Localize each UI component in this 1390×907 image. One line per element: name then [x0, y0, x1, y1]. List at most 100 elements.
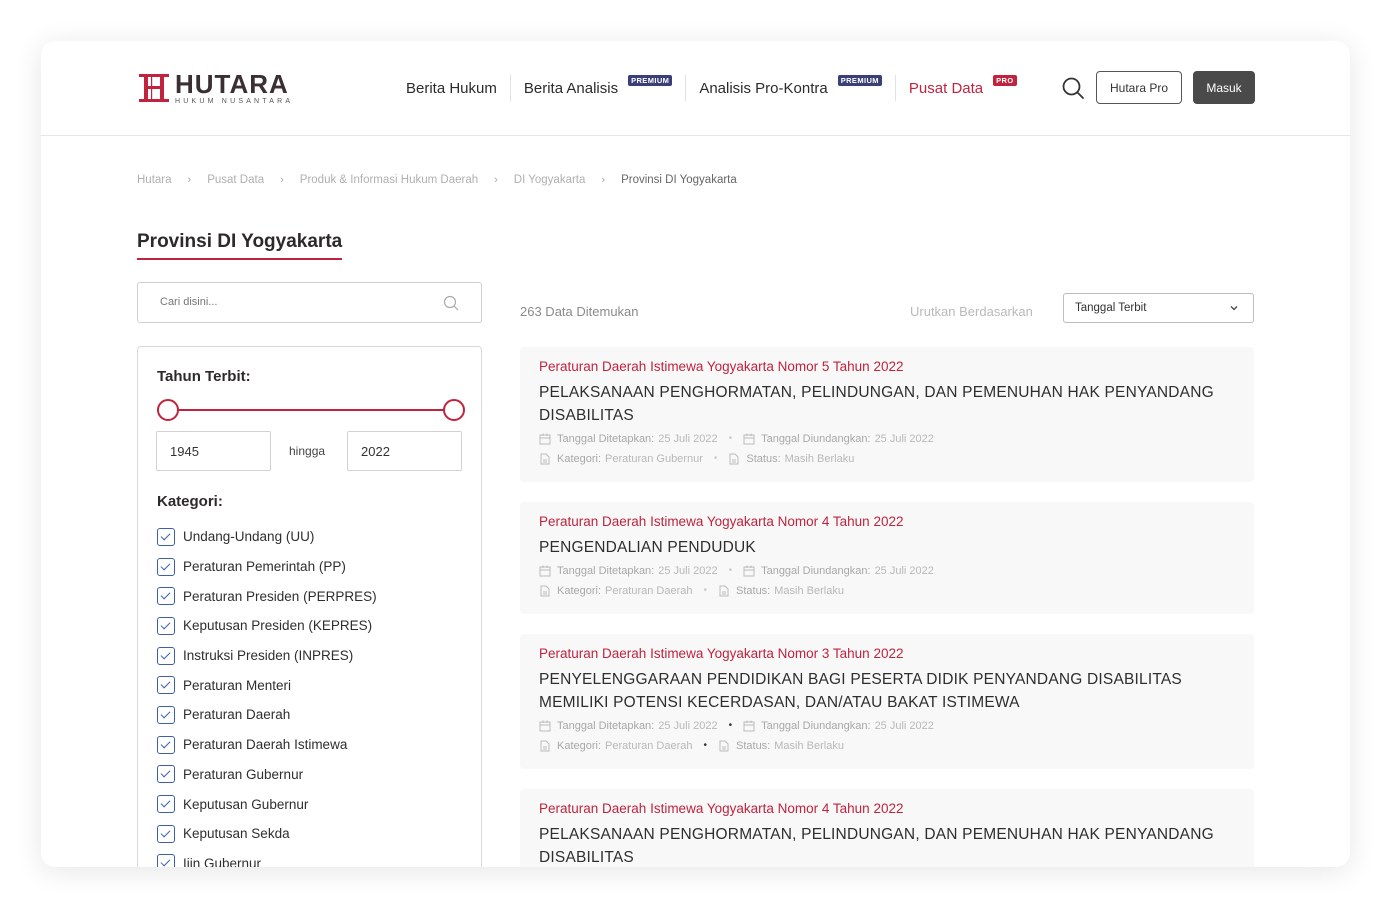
category-option[interactable]: Peraturan Gubernur	[157, 760, 377, 790]
meta-value: 25 Juli 2022	[874, 432, 934, 445]
category-list: Undang-Undang (UU) Peraturan Pemerintah …	[157, 522, 377, 867]
checkbox-checked-icon[interactable]	[157, 824, 175, 843]
calendar-icon	[743, 565, 755, 576]
meta-value: Peraturan Daerah	[605, 584, 693, 597]
meta-label: Tanggal Ditetapkan:	[557, 719, 655, 732]
category-label: Peraturan Daerah	[183, 707, 291, 723]
slider-handle-min[interactable]	[157, 399, 179, 421]
checkbox-checked-icon[interactable]	[157, 646, 175, 665]
calendar-icon	[743, 720, 755, 731]
result-card[interactable]: Peraturan Daerah Istimewa Yogyakarta Nom…	[520, 347, 1254, 482]
nav-pusat-data[interactable]: Pusat Data PRO	[894, 74, 1030, 101]
category-option[interactable]: Keputusan Sekda	[157, 819, 377, 849]
result-card[interactable]: Peraturan Daerah Istimewa Yogyakarta Nom…	[520, 502, 1254, 614]
page-title: Provinsi DI Yogyakarta	[137, 231, 343, 260]
result-title[interactable]: PELAKSANAAN PENGHORMATAN, PELINDUNGAN, D…	[539, 823, 1235, 867]
year-from-input[interactable]	[156, 431, 271, 471]
nav-label: Berita Hukum	[406, 79, 497, 97]
chevron-right-icon: ›	[187, 174, 192, 186]
checkbox-checked-icon[interactable]	[157, 795, 175, 814]
category-option[interactable]: Ijin Gubernur	[157, 849, 377, 867]
category-filter-heading: Kategori:	[157, 493, 223, 510]
result-subtitle[interactable]: Peraturan Daerah Istimewa Yogyakarta Nom…	[539, 801, 1235, 816]
calendar-icon	[539, 720, 551, 731]
separator-dot: •	[728, 720, 733, 731]
category-label: Keputusan Gubernur	[183, 796, 309, 812]
category-label: Peraturan Daerah Istimewa	[183, 737, 348, 753]
result-subtitle[interactable]: Peraturan Daerah Istimewa Yogyakarta Nom…	[539, 514, 1235, 529]
range-separator: hingga	[289, 444, 326, 458]
sort-dropdown[interactable]: Tanggal Terbit	[1063, 293, 1254, 323]
checkbox-checked-icon[interactable]	[157, 765, 175, 784]
result-subtitle[interactable]: Peraturan Daerah Istimewa Yogyakarta Nom…	[539, 646, 1235, 661]
meta-label: Kategori:	[557, 584, 602, 597]
meta-label: Kategori:	[557, 452, 602, 465]
result-title[interactable]: PENYELENGGARAAN PENDIDIKAN BAGI PESERTA …	[539, 668, 1235, 714]
premium-badge: PREMIUM	[628, 74, 673, 86]
meta-label: Tanggal Ditetapkan:	[557, 432, 655, 445]
nav-analisis-pro-kontra[interactable]: Analisis Pro-Kontra PREMIUM	[685, 74, 895, 101]
breadcrumb-item[interactable]: Produk & Informasi Hukum Daerah	[300, 174, 478, 186]
checkbox-checked-icon[interactable]	[157, 854, 175, 867]
sort-selected-value: Tanggal Terbit	[1075, 302, 1147, 314]
category-option[interactable]: Peraturan Pemerintah (PP)	[157, 552, 377, 582]
logo-mark-icon	[137, 72, 171, 104]
breadcrumb-item[interactable]: Pusat Data	[207, 174, 264, 186]
result-title[interactable]: PENGENDALIAN PENDUDUK	[539, 536, 1235, 559]
slider-handle-max[interactable]	[443, 399, 465, 421]
checkbox-checked-icon[interactable]	[157, 616, 175, 635]
checkbox-checked-icon[interactable]	[157, 705, 175, 724]
category-option[interactable]: Peraturan Presiden (PERPRES)	[157, 581, 377, 611]
meta-label: Status:	[736, 584, 771, 597]
category-label: Peraturan Presiden (PERPRES)	[183, 588, 377, 604]
login-button[interactable]: Masuk	[1193, 71, 1255, 104]
category-option[interactable]: Peraturan Daerah	[157, 700, 377, 730]
category-option[interactable]: Keputusan Gubernur	[157, 789, 377, 819]
breadcrumb: Hutara › Pusat Data › Produk & Informasi…	[137, 174, 737, 186]
nav-berita-analisis[interactable]: Berita Analisis PREMIUM	[509, 74, 685, 101]
meta-value: 25 Juli 2022	[658, 719, 718, 732]
result-subtitle[interactable]: Peraturan Daerah Istimewa Yogyakarta Nom…	[539, 359, 1235, 374]
category-label: Peraturan Menteri	[183, 677, 292, 693]
category-option[interactable]: Peraturan Daerah Istimewa	[157, 730, 377, 760]
result-card[interactable]: Peraturan Daerah Istimewa Yogyakarta Nom…	[520, 634, 1254, 769]
meta-value: 25 Juli 2022	[658, 432, 718, 445]
result-meta-dates: Tanggal Ditetapkan: 25 Juli 2022 • Tangg…	[539, 430, 1235, 447]
document-icon	[719, 585, 729, 596]
nav-berita-hukum[interactable]: Berita Hukum	[393, 75, 510, 101]
document-icon	[540, 585, 550, 596]
result-card[interactable]: Peraturan Daerah Istimewa Yogyakarta Nom…	[520, 789, 1254, 867]
meta-label: Tanggal Diundangkan:	[761, 432, 871, 445]
nav-label: Pusat Data	[908, 79, 984, 97]
category-option[interactable]: Keputusan Presiden (KEPRES)	[157, 611, 377, 641]
brand-tagline: HUKUM NUSANTARA	[175, 98, 294, 105]
brand-logo[interactable]: HUTARA HUKUM NUSANTARA	[137, 71, 293, 105]
meta-label: Tanggal Ditetapkan:	[557, 564, 655, 577]
year-range-slider[interactable]	[157, 397, 465, 423]
category-option[interactable]: Instruksi Presiden (INPRES)	[157, 641, 377, 671]
search-field	[137, 282, 482, 323]
category-option[interactable]: Undang-Undang (UU)	[157, 522, 377, 552]
breadcrumb-item[interactable]: Hutara	[137, 174, 172, 186]
checkbox-checked-icon[interactable]	[157, 587, 175, 606]
separator-dot: •	[703, 585, 707, 596]
checkbox-checked-icon[interactable]	[157, 557, 175, 576]
calendar-icon	[539, 433, 551, 444]
search-icon[interactable]	[443, 295, 459, 311]
result-title[interactable]: PELAKSANAAN PENGHORMATAN, PELINDUNGAN, D…	[539, 381, 1235, 427]
checkbox-checked-icon[interactable]	[157, 676, 175, 695]
search-icon[interactable]	[1061, 76, 1085, 100]
year-to-input[interactable]	[347, 431, 462, 471]
checkbox-checked-icon[interactable]	[157, 735, 175, 754]
meta-value: 25 Juli 2022	[874, 719, 934, 732]
separator-dot: •	[713, 453, 718, 464]
search-input[interactable]	[160, 283, 440, 321]
category-option[interactable]: Peraturan Menteri	[157, 670, 377, 700]
breadcrumb-item[interactable]: DI Yogyakarta	[514, 174, 586, 186]
premium-badge: PREMIUM	[837, 74, 882, 86]
chevron-right-icon: ›	[280, 174, 284, 186]
meta-label: Kategori:	[557, 739, 602, 752]
nav-label: Berita Analisis	[523, 79, 619, 97]
checkbox-checked-icon[interactable]	[157, 527, 175, 546]
hutara-pro-button[interactable]: Hutara Pro	[1096, 71, 1182, 104]
